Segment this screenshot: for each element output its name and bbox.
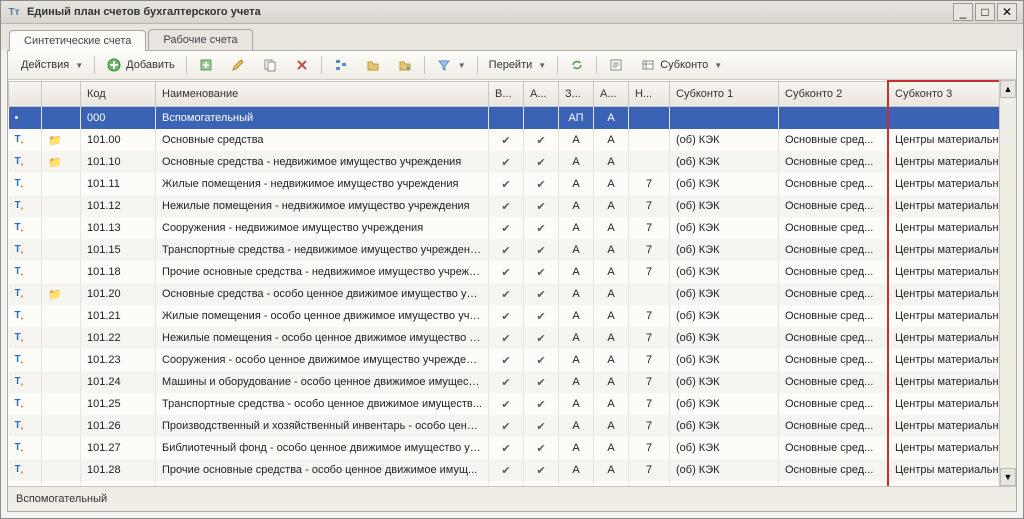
table-row[interactable]: T•📁101.00Основные средства✔✔АА(об) КЭКОс… xyxy=(9,129,1000,151)
add-group-button[interactable] xyxy=(191,53,221,77)
tab-working[interactable]: Рабочие счета xyxy=(148,29,252,50)
table-row[interactable]: T•📁101.20Основные средства - особо ценно… xyxy=(9,283,1000,305)
col-sub1[interactable]: Субконто 1 xyxy=(670,81,779,107)
refresh-button[interactable] xyxy=(562,53,592,77)
scroll-track[interactable] xyxy=(1000,98,1016,468)
add-button[interactable]: Добавить xyxy=(99,53,182,77)
t-marker-icon: T• xyxy=(15,266,24,277)
col-a2[interactable]: А... xyxy=(594,81,629,107)
col-n[interactable]: Н... xyxy=(629,81,670,107)
add-group-icon xyxy=(198,57,214,73)
col-v[interactable]: В... xyxy=(489,81,524,107)
journal-icon xyxy=(608,57,624,73)
t-marker-icon: T• xyxy=(15,178,24,189)
t-marker-icon: T• xyxy=(15,156,24,167)
copy-icon xyxy=(262,57,278,73)
table-row[interactable]: T•101.25Транспортные средства - особо це… xyxy=(9,393,1000,415)
delete-button[interactable] xyxy=(287,53,317,77)
move-button2[interactable] xyxy=(390,53,420,77)
t-marker-icon: T• xyxy=(15,420,24,431)
status-text: Вспомогательный xyxy=(16,493,107,505)
table-row[interactable]: T•101.21Жилые помещения - особо ценное д… xyxy=(9,305,1000,327)
t-marker-icon: T• xyxy=(15,244,24,255)
scroll-up-button[interactable]: ▲ xyxy=(1000,80,1016,98)
table-row[interactable]: T•101.23Сооружения - особо ценное движим… xyxy=(9,349,1000,371)
folder-icon: 📁 xyxy=(48,134,62,147)
move-button[interactable] xyxy=(358,53,388,77)
filter-icon xyxy=(436,57,452,73)
content-pane: Действия▼ Добавить ▼ Перейти▼ xyxy=(7,50,1017,512)
subkonto-button[interactable]: Субконто▼ xyxy=(633,53,729,77)
copy-button[interactable] xyxy=(255,53,285,77)
table-row[interactable]: T•101.13Сооружения - недвижимое имуществ… xyxy=(9,217,1000,239)
close-button[interactable]: ✕ xyxy=(997,3,1017,21)
folder-icon: 📁 xyxy=(48,288,62,301)
header-row: Код Наименование В... А... З... А... Н..… xyxy=(9,81,1000,107)
folder-arrow-icon xyxy=(397,57,413,73)
titlebar: Тт Единый план счетов бухгалтерского уче… xyxy=(1,1,1023,24)
marker-icon: • xyxy=(15,112,19,124)
col-sub3[interactable]: Субконто 3 xyxy=(888,81,999,107)
table-row[interactable]: T•📁101.10Основные средства - недвижимое … xyxy=(9,151,1000,173)
tab-synthetic[interactable]: Синтетические счета xyxy=(9,30,146,51)
find-button[interactable]: ▼ xyxy=(429,53,473,77)
t-marker-icon: T• xyxy=(15,464,24,475)
t-marker-icon: T• xyxy=(15,288,24,299)
table-row[interactable]: •000ВспомогательныйАПА xyxy=(9,107,1000,130)
window-title: Единый план счетов бухгалтерского учета xyxy=(27,6,953,18)
col-folder[interactable] xyxy=(42,81,81,107)
actions-menu[interactable]: Действия▼ xyxy=(14,55,90,75)
t-marker-icon: T• xyxy=(15,134,24,145)
t-marker-icon: T• xyxy=(15,442,24,453)
delete-icon xyxy=(294,57,310,73)
tabbar: Синтетические счета Рабочие счета xyxy=(1,24,1023,50)
hierarchy-button[interactable] xyxy=(326,53,356,77)
edit-button[interactable] xyxy=(223,53,253,77)
col-a1[interactable]: А... xyxy=(524,81,559,107)
t-marker-icon: T• xyxy=(15,376,24,387)
hierarchy-icon xyxy=(333,57,349,73)
pencil-icon xyxy=(230,57,246,73)
table-row[interactable]: T•101.28Прочие основные средства - особо… xyxy=(9,459,1000,481)
scroll-down-button[interactable]: ▼ xyxy=(1000,468,1016,486)
t-marker-icon: T• xyxy=(15,398,24,409)
col-name[interactable]: Наименование xyxy=(156,81,489,107)
table-row[interactable]: T•101.22Нежилые помещения - особо ценное… xyxy=(9,327,1000,349)
table-row[interactable]: T•101.18Прочие основные средства - недви… xyxy=(9,261,1000,283)
minimize-button[interactable]: _ xyxy=(953,3,973,21)
accounts-grid[interactable]: Код Наименование В... А... З... А... Н..… xyxy=(8,80,999,486)
col-sub2[interactable]: Субконто 2 xyxy=(779,81,889,107)
table-row[interactable]: T•101.15Транспортные средства - недвижим… xyxy=(9,239,1000,261)
journal-button[interactable] xyxy=(601,53,631,77)
table-row[interactable]: T•101.11Жилые помещения - недвижимое иму… xyxy=(9,173,1000,195)
t-marker-icon: T• xyxy=(15,222,24,233)
col-code[interactable]: Код xyxy=(81,81,156,107)
app-icon: Тт xyxy=(7,5,21,19)
t-marker-icon: T• xyxy=(15,354,24,365)
table-row[interactable]: T•101.26Производственный и хозяйственный… xyxy=(9,415,1000,437)
add-icon xyxy=(106,57,122,73)
t-marker-icon: T• xyxy=(15,200,24,211)
t-marker-icon: T• xyxy=(15,332,24,343)
refresh-icon xyxy=(569,57,585,73)
folder-move-icon xyxy=(365,57,381,73)
toolbar: Действия▼ Добавить ▼ Перейти▼ xyxy=(8,51,1016,80)
t-marker-icon: T• xyxy=(15,310,24,321)
col-z[interactable]: З... xyxy=(559,81,594,107)
vertical-scrollbar[interactable]: ▲ ▼ xyxy=(999,80,1016,486)
folder-icon: 📁 xyxy=(48,156,62,169)
statusbar: Вспомогательный xyxy=(8,486,1016,511)
table-row[interactable]: T•101.24Машины и оборудование - особо це… xyxy=(9,371,1000,393)
subkonto-icon xyxy=(640,57,656,73)
col-marker[interactable] xyxy=(9,81,42,107)
maximize-button[interactable]: □ xyxy=(975,3,995,21)
table-row[interactable]: T•101.27Библиотечный фонд - особо ценное… xyxy=(9,437,1000,459)
app-window: Тт Единый план счетов бухгалтерского уче… xyxy=(0,0,1024,519)
table-row[interactable]: T•101.12Нежилые помещения - недвижимое и… xyxy=(9,195,1000,217)
goto-menu[interactable]: Перейти▼ xyxy=(482,55,554,75)
